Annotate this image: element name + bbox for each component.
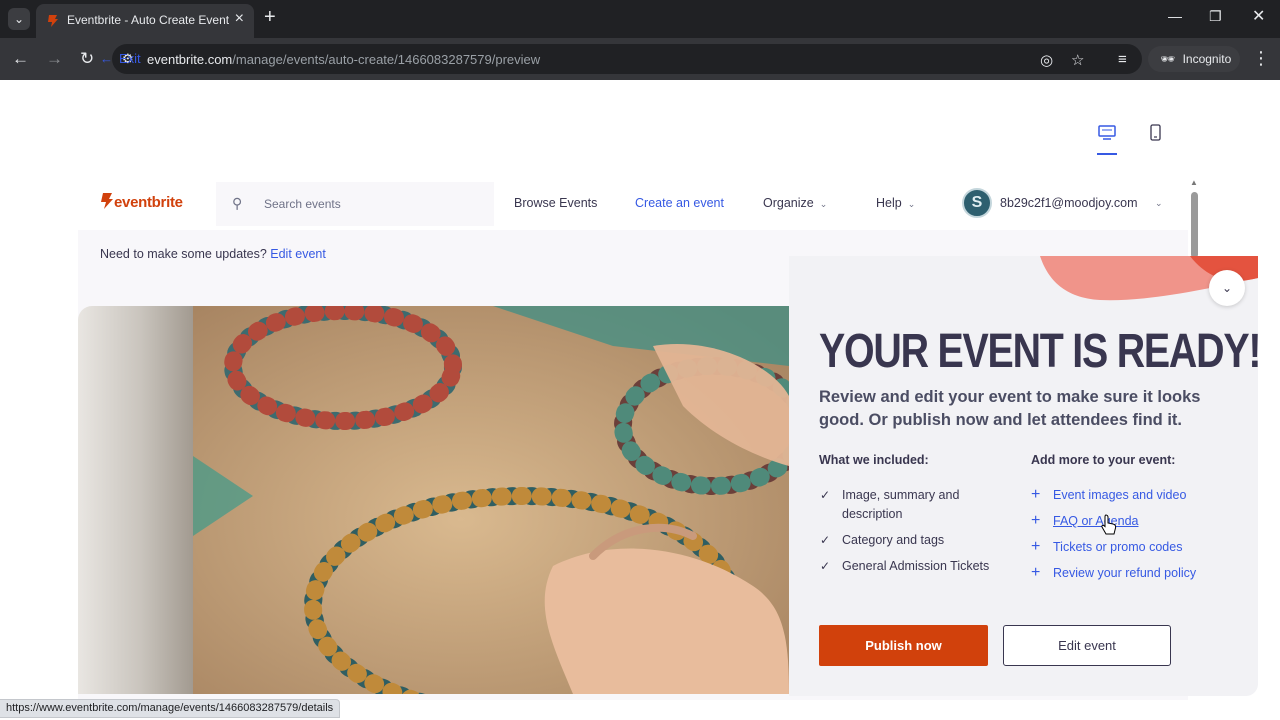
incognito-icon: 🕶 xyxy=(1160,52,1176,66)
forward-icon[interactable]: → xyxy=(46,49,63,69)
chevron-down-icon: ⌄ xyxy=(907,199,916,209)
hero-image-blurred-edge xyxy=(78,306,193,694)
publish-now-button[interactable]: Publish now xyxy=(819,625,988,666)
add-more-heading: Add more to your event: xyxy=(1031,453,1176,467)
eventbrite-logo-text: eventbrite xyxy=(114,194,183,211)
eventbrite-logo-icon xyxy=(101,193,113,209)
add-item-label: Review your refund policy xyxy=(1053,566,1197,580)
nav-organize[interactable]: Organize ⌄ xyxy=(763,196,827,210)
media-controls-icon[interactable]: ≡ xyxy=(1118,51,1127,68)
plus-icon: + xyxy=(1031,512,1041,529)
link-status-bar: https://www.eventbrite.com/manage/events… xyxy=(0,699,341,718)
browser-tab-strip: ⌄ Eventbrite - Auto Create Event × + — ❐… xyxy=(0,0,1280,38)
tab-close-icon[interactable]: × xyxy=(235,10,244,28)
new-tab-icon[interactable]: + xyxy=(264,6,276,29)
back-icon[interactable]: ← xyxy=(12,49,29,69)
avatar[interactable]: S xyxy=(962,188,992,218)
beads-photo xyxy=(193,306,789,694)
check-icon: ✓ xyxy=(820,488,831,502)
add-item-label: Tickets or promo codes xyxy=(1053,540,1183,554)
arrow-left-icon: ← xyxy=(100,51,113,66)
url-host: eventbrite.com xyxy=(147,52,233,67)
minimize-icon[interactable]: — xyxy=(1168,8,1182,24)
search-placeholder: Search events xyxy=(264,197,341,211)
desktop-view-icon[interactable] xyxy=(1098,125,1116,141)
bookmark-star-icon[interactable]: ☆ xyxy=(1071,51,1084,69)
mobile-view-icon[interactable] xyxy=(1150,124,1161,141)
included-heading: What we included: xyxy=(819,453,929,467)
add-item-label: FAQ or Agenda xyxy=(1053,514,1139,528)
plus-icon: + xyxy=(1031,486,1041,503)
hand-cursor-icon xyxy=(1101,514,1117,535)
url-path: /manage/events/auto-create/1466083287579… xyxy=(232,52,541,67)
plus-icon: + xyxy=(1031,564,1041,581)
included-item-label: Image, summary and description xyxy=(842,488,960,521)
chevron-down-icon[interactable]: ⌄ xyxy=(1155,198,1163,209)
event-ready-title: YOUR EVENT IS READY! xyxy=(819,325,1261,378)
search-events-input[interactable]: ⚲ Search events xyxy=(216,182,494,226)
check-icon: ✓ xyxy=(820,533,831,547)
nav-create-event[interactable]: Create an event xyxy=(635,196,724,210)
nav-browse-events[interactable]: Browse Events xyxy=(514,196,597,210)
eventbrite-logo[interactable]: eventbrite xyxy=(100,193,183,211)
window-close-icon[interactable]: ✕ xyxy=(1252,6,1265,26)
included-item-label: General Admission Tickets xyxy=(842,559,990,573)
desktop-view-underline xyxy=(1097,153,1117,155)
eventbrite-favicon-icon xyxy=(48,15,58,27)
search-icon: ⚲ xyxy=(232,195,243,211)
event-ready-description: Review and edit your event to make sure … xyxy=(819,388,1201,429)
scrollbar-thumb[interactable] xyxy=(1191,192,1198,258)
user-email[interactable]: 8b29c2f1@moodjoy.com xyxy=(1000,196,1138,210)
browser-menu-icon[interactable]: ⋮ xyxy=(1252,48,1270,69)
nav-help[interactable]: Help ⌄ xyxy=(876,196,915,210)
restore-icon[interactable]: ❐ xyxy=(1209,8,1222,25)
check-icon: ✓ xyxy=(820,559,831,573)
incognito-label: Incognito xyxy=(1182,52,1232,66)
plus-icon: + xyxy=(1031,538,1041,555)
incognito-badge[interactable]: 🕶 Incognito xyxy=(1148,46,1240,72)
included-item-label: Category and tags xyxy=(842,533,945,547)
update-notice: Need to make some updates? Edit event xyxy=(100,247,326,261)
edit-event-link[interactable]: Edit event xyxy=(270,247,326,261)
scroll-up-arrow-icon[interactable]: ▲ xyxy=(1190,178,1198,187)
edit-event-button[interactable]: Edit event xyxy=(1003,625,1171,666)
exit-label: Exit xyxy=(119,51,141,66)
reload-icon[interactable]: ↻ xyxy=(80,49,94,69)
chevron-down-icon: ⌄ xyxy=(1221,281,1233,295)
address-url: eventbrite.com/manage/events/auto-create… xyxy=(147,52,540,67)
browser-tab[interactable]: Eventbrite - Auto Create Event × xyxy=(36,4,254,38)
update-notice-text: Need to make some updates? xyxy=(100,247,267,261)
nav-organize-label: Organize xyxy=(763,196,814,210)
nav-help-label: Help xyxy=(876,196,902,210)
chevron-down-icon: ⌄ xyxy=(819,199,828,209)
eye-off-icon[interactable]: ◎ xyxy=(1040,51,1053,69)
add-item-label: Event images and video xyxy=(1053,488,1187,502)
tab-search-chevron-icon[interactable]: ⌄ xyxy=(8,8,30,30)
exit-link[interactable]: ← Exit xyxy=(100,51,141,66)
collapse-panel-button[interactable]: ⌄ xyxy=(1209,270,1245,306)
address-bar[interactable]: ⚙ eventbrite.com/manage/events/auto-crea… xyxy=(112,44,1142,74)
event-hero-image xyxy=(193,306,789,694)
tab-title: Eventbrite - Auto Create Event xyxy=(67,13,230,27)
